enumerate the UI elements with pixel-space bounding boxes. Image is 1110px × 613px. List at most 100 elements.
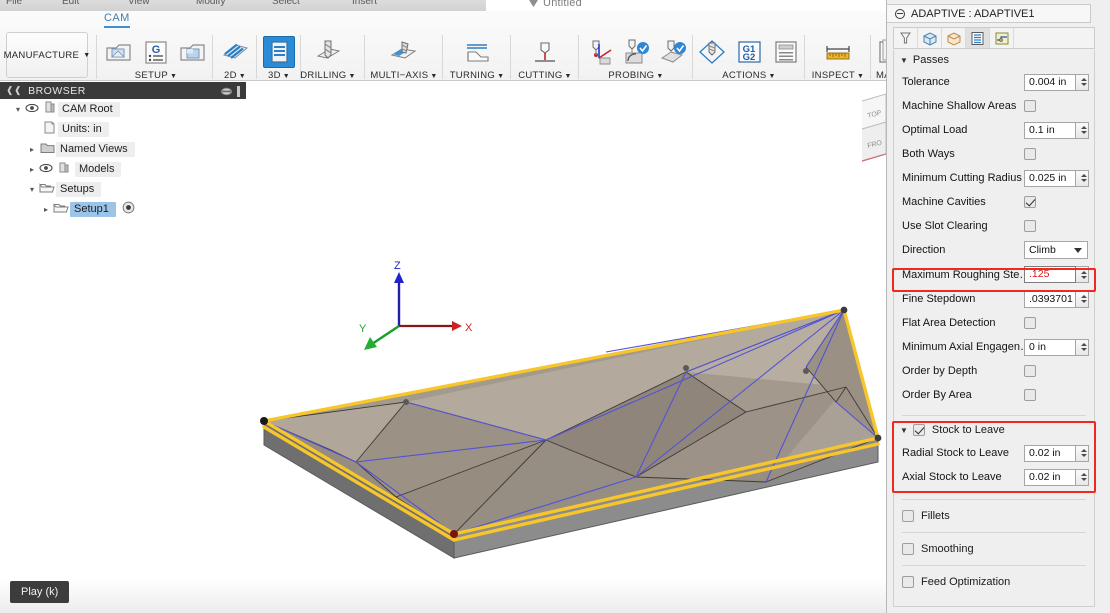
g-code-icon[interactable]: G bbox=[140, 36, 172, 68]
spinner-arrows-icon[interactable] bbox=[1076, 169, 1089, 187]
expand-arrow-icon[interactable]: ▾ bbox=[12, 105, 24, 114]
minimum-axial-engagement-input[interactable]: 0 in bbox=[1024, 338, 1076, 356]
visibility-eye-icon[interactable] bbox=[24, 103, 40, 116]
tree-item-units[interactable]: Units: in bbox=[0, 119, 246, 139]
setup-active-indicator-icon[interactable] bbox=[122, 201, 135, 217]
probe-wcs-icon[interactable] bbox=[583, 36, 615, 68]
optimal-load-input[interactable]: 0.1 in bbox=[1024, 121, 1076, 139]
dialog-collapse-icon[interactable] bbox=[895, 8, 905, 19]
collapse-panel-icon[interactable]: ❰❰ bbox=[6, 85, 22, 96]
play-button[interactable]: Play (k) bbox=[10, 581, 70, 603]
browser-resize-handle[interactable] bbox=[236, 86, 241, 100]
ribbon-group-label-probing[interactable]: PROBING ▼ bbox=[580, 70, 692, 81]
axial-stock-to-leave-input[interactable]: 0.02 in bbox=[1024, 468, 1076, 486]
minimum-axial-engagement-spinner[interactable]: 0 in bbox=[1024, 338, 1089, 356]
tolerance-input[interactable]: 0.004 in bbox=[1024, 73, 1076, 91]
order-by-depth-checkbox[interactable] bbox=[1024, 365, 1036, 377]
spinner-arrows-icon[interactable] bbox=[1076, 468, 1089, 486]
ribbon-group-label-inspect[interactable]: INSPECT ▼ bbox=[806, 70, 870, 81]
use-slot-clearing-checkbox[interactable] bbox=[1024, 220, 1036, 232]
workspace-switcher-button[interactable]: MANUFACTURE ▼ bbox=[4, 32, 90, 78]
probe-surface-icon[interactable] bbox=[657, 36, 689, 68]
tree-item-setup1[interactable]: ▸ Setup1 bbox=[0, 199, 246, 219]
smoothing-checkbox[interactable] bbox=[902, 543, 914, 555]
tree-item-models[interactable]: ▸ Models bbox=[0, 159, 246, 179]
section-stock-to-leave-header[interactable]: ▼ Stock to Leave bbox=[894, 419, 1094, 441]
collapse-arrow-icon[interactable]: ▸ bbox=[40, 205, 52, 214]
probe-geometry-icon[interactable] bbox=[620, 36, 652, 68]
fine-stepdown-input[interactable]: .0393701 bbox=[1024, 290, 1076, 308]
feed-optimization-checkbox[interactable] bbox=[902, 576, 914, 588]
section-fillets[interactable]: Fillets bbox=[894, 503, 1094, 529]
simulate-icon[interactable] bbox=[696, 36, 728, 68]
measure-icon[interactable] bbox=[822, 36, 854, 68]
field-label: Machine Cavities bbox=[902, 196, 986, 208]
field-label: Fine Stepdown bbox=[902, 293, 976, 305]
cutting-icon[interactable] bbox=[529, 36, 561, 68]
direction-dropdown[interactable]: Climb bbox=[1024, 241, 1088, 259]
ribbon-group-label-setup[interactable]: SETUP ▼ bbox=[100, 70, 212, 81]
spinner-arrows-icon[interactable] bbox=[1076, 338, 1089, 356]
minimum-cutting-radius-spinner[interactable]: 0.025 in bbox=[1024, 169, 1089, 187]
minimum-cutting-radius-input[interactable]: 0.025 in bbox=[1024, 169, 1076, 187]
order-by-area-checkbox[interactable] bbox=[1024, 389, 1036, 401]
view-cube[interactable]: TOP FRO bbox=[862, 88, 886, 178]
both-ways-checkbox[interactable] bbox=[1024, 148, 1036, 160]
dialog-header[interactable]: ADAPTIVE : ADAPTIVE1 bbox=[887, 4, 1091, 23]
fillets-checkbox[interactable] bbox=[902, 510, 914, 522]
collapse-arrow-icon[interactable]: ▸ bbox=[26, 165, 38, 174]
tree-label: CAM Root bbox=[58, 101, 120, 117]
ribbon-group-label-2d[interactable]: 2D ▼ bbox=[214, 70, 256, 81]
optimal-load-spinner[interactable]: 0.1 in bbox=[1024, 121, 1089, 139]
tab-cam[interactable]: CAM bbox=[104, 12, 130, 28]
radial-stock-to-leave-input[interactable]: 0.02 in bbox=[1024, 444, 1076, 462]
visibility-eye-icon[interactable] bbox=[38, 163, 54, 176]
flat-area-detection-checkbox[interactable] bbox=[1024, 317, 1036, 329]
spinner-arrows-icon[interactable] bbox=[1076, 266, 1089, 283]
fine-stepdown-spinner[interactable]: .0393701 bbox=[1024, 290, 1089, 308]
maximum-roughing-stepdown-input[interactable]: .125 bbox=[1024, 266, 1076, 283]
ribbon-group-label-multiaxis[interactable]: MULTI−AXIS ▼ bbox=[366, 70, 442, 81]
tree-item-cam-root[interactable]: ▾ CAM Root bbox=[0, 99, 246, 119]
ribbon-group-label-drilling[interactable]: DRILLING ▼ bbox=[292, 70, 364, 81]
tree-item-setups[interactable]: ▾ Setups bbox=[0, 179, 246, 199]
field-flat-area-detection: Flat Area Detection bbox=[894, 311, 1094, 335]
machine-cavities-checkbox[interactable] bbox=[1024, 196, 1036, 208]
canvas-viewport[interactable]: X Y Z bbox=[246, 82, 886, 613]
tolerance-spinner[interactable]: 0.004 in bbox=[1024, 73, 1089, 91]
radial-stock-to-leave-spinner[interactable]: 0.02 in bbox=[1024, 444, 1089, 462]
stock-to-leave-checkbox[interactable] bbox=[912, 424, 925, 436]
spinner-arrows-icon[interactable] bbox=[1076, 290, 1089, 308]
heights-tab[interactable] bbox=[942, 28, 966, 48]
geometry-tab[interactable] bbox=[918, 28, 942, 48]
section-smoothing[interactable]: Smoothing bbox=[894, 536, 1094, 562]
multi-axis-icon[interactable] bbox=[388, 36, 420, 68]
spinner-arrows-icon[interactable] bbox=[1076, 73, 1089, 91]
ribbon-group-label-cutting[interactable]: CUTTING ▼ bbox=[512, 70, 578, 81]
setup-sheet-icon[interactable] bbox=[770, 36, 802, 68]
ribbon-group-label-turning[interactable]: TURNING ▼ bbox=[444, 70, 510, 81]
post-process-icon[interactable]: G1 G2 bbox=[733, 36, 765, 68]
divider bbox=[902, 499, 1086, 500]
setup-icon[interactable] bbox=[103, 36, 135, 68]
section-feed-optimization[interactable]: Feed Optimization bbox=[894, 569, 1094, 595]
collapse-arrow-icon[interactable]: ▸ bbox=[26, 145, 38, 154]
tool-tab[interactable] bbox=[894, 28, 918, 48]
browser-menu-icon[interactable] bbox=[221, 86, 232, 100]
tree-item-named-views[interactable]: ▸ Named Views bbox=[0, 139, 246, 159]
machine-shallow-areas-checkbox[interactable] bbox=[1024, 100, 1036, 112]
spinner-arrows-icon[interactable] bbox=[1076, 121, 1089, 139]
passes-tab[interactable] bbox=[966, 28, 990, 48]
ribbon-group-label-actions[interactable]: ACTIONS ▼ bbox=[694, 70, 804, 81]
toolpath-2d-icon[interactable] bbox=[219, 36, 251, 68]
linking-tab[interactable] bbox=[990, 28, 1014, 48]
axial-stock-to-leave-spinner[interactable]: 0.02 in bbox=[1024, 468, 1089, 486]
turning-icon[interactable] bbox=[461, 36, 493, 68]
section-passes-header[interactable]: ▼ Passes bbox=[894, 50, 1094, 70]
drilling-icon[interactable] bbox=[312, 36, 344, 68]
expand-arrow-icon[interactable]: ▾ bbox=[26, 185, 38, 194]
folder-setup-icon[interactable] bbox=[177, 36, 209, 68]
toolpath-3d-icon[interactable] bbox=[263, 36, 295, 68]
maximum-roughing-stepdown-spinner[interactable]: .125 bbox=[1024, 266, 1089, 283]
spinner-arrows-icon[interactable] bbox=[1076, 444, 1089, 462]
